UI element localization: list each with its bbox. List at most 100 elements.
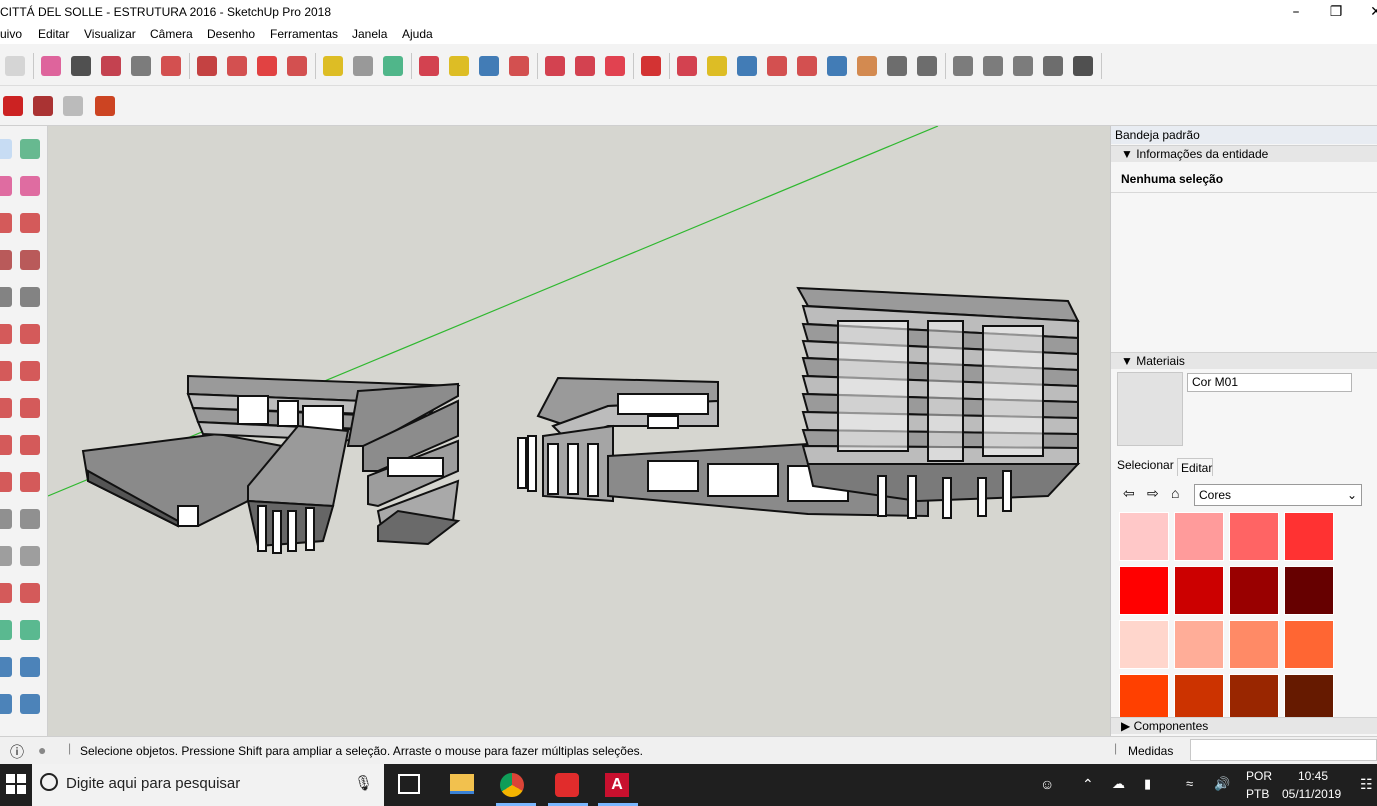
pan-icon[interactable] bbox=[18, 617, 42, 643]
notification-icon[interactable]: ☷ bbox=[1360, 776, 1373, 793]
rotate-icon[interactable] bbox=[254, 53, 280, 79]
iso-view-icon[interactable] bbox=[950, 53, 976, 79]
color-swatch[interactable] bbox=[1229, 674, 1279, 723]
autocad-icon[interactable]: A bbox=[605, 773, 629, 797]
pencil-icon[interactable] bbox=[68, 53, 94, 79]
rectangle-icon[interactable] bbox=[0, 247, 14, 273]
move-icon[interactable] bbox=[0, 395, 14, 421]
pie-icon[interactable] bbox=[18, 321, 42, 347]
menu-janela[interactable]: Janela bbox=[352, 27, 387, 41]
library-dropdown[interactable]: Cores ⌄ bbox=[1194, 484, 1362, 506]
color-swatch[interactable] bbox=[1119, 566, 1169, 615]
curve-icon[interactable] bbox=[18, 358, 42, 384]
task-view-icon[interactable] bbox=[398, 774, 420, 794]
color-swatch[interactable] bbox=[1229, 620, 1279, 669]
zoom-icon[interactable] bbox=[476, 53, 502, 79]
menu-ajuda[interactable]: Ajuda bbox=[402, 27, 433, 41]
materials-header[interactable]: ▼ Materiais bbox=[1111, 352, 1377, 369]
follow-me-icon[interactable] bbox=[194, 53, 220, 79]
extension-icon[interactable] bbox=[572, 53, 598, 79]
sketchup-taskbar-icon[interactable] bbox=[555, 773, 579, 797]
orbit-icon[interactable] bbox=[416, 53, 442, 79]
chrome-icon[interactable] bbox=[500, 773, 524, 797]
menu-desenho[interactable]: Desenho bbox=[207, 27, 255, 41]
top-view-icon[interactable] bbox=[1040, 53, 1066, 79]
text-icon[interactable] bbox=[350, 53, 376, 79]
color-swatch[interactable] bbox=[1284, 566, 1334, 615]
color-swatch[interactable] bbox=[1229, 566, 1279, 615]
color-swatch[interactable] bbox=[1174, 512, 1224, 561]
arc-2-icon[interactable] bbox=[0, 358, 14, 384]
pan-icon[interactable] bbox=[446, 53, 472, 79]
home-icon[interactable]: ⌂ bbox=[1171, 485, 1179, 501]
footprints-icon[interactable] bbox=[914, 53, 940, 79]
rotate-icon[interactable] bbox=[0, 432, 14, 458]
circle-icon[interactable] bbox=[0, 284, 14, 310]
zoom-icon[interactable] bbox=[734, 53, 760, 79]
arc-icon[interactable] bbox=[98, 53, 124, 79]
home-view-icon[interactable] bbox=[1010, 53, 1036, 79]
warehouse-icon[interactable] bbox=[0, 93, 26, 119]
windows-start-icon[interactable] bbox=[6, 774, 26, 794]
taskbar-search[interactable]: Digite aqui para pesquisar 🎙 bbox=[32, 764, 384, 806]
previous-view-icon[interactable] bbox=[18, 691, 42, 717]
color-swatch[interactable] bbox=[1119, 620, 1169, 669]
rectangle-icon[interactable] bbox=[128, 53, 154, 79]
tape-measure-icon[interactable] bbox=[320, 53, 346, 79]
component-icon[interactable] bbox=[18, 136, 42, 162]
language-secondary[interactable]: PTB bbox=[1246, 787, 1269, 801]
drawing-viewport[interactable] bbox=[48, 126, 1110, 736]
orbit-icon[interactable] bbox=[0, 617, 14, 643]
file-explorer-icon[interactable] bbox=[450, 774, 474, 794]
menu-ferramentas[interactable]: Ferramentas bbox=[270, 27, 338, 41]
rotated-rectangle-icon[interactable] bbox=[18, 247, 42, 273]
zoom-window-icon[interactable] bbox=[764, 53, 790, 79]
color-swatch[interactable] bbox=[1284, 512, 1334, 561]
close-icon[interactable]: ✕ bbox=[1356, 2, 1377, 22]
volume-icon[interactable]: 🔊 bbox=[1214, 776, 1230, 792]
warehouse-icon[interactable] bbox=[542, 53, 568, 79]
cloud-icon[interactable]: ☁ bbox=[1112, 776, 1125, 792]
back-arrow-icon[interactable]: ⇦ bbox=[1123, 485, 1135, 502]
material-name-field[interactable]: Cor M01 bbox=[1187, 373, 1352, 392]
zoom-window-icon[interactable] bbox=[18, 654, 42, 680]
battery-icon[interactable]: ▮ bbox=[1144, 776, 1151, 792]
scale-icon[interactable] bbox=[284, 53, 310, 79]
color-swatch[interactable] bbox=[1119, 674, 1169, 723]
user-icon[interactable]: ● bbox=[38, 742, 46, 758]
zoom-extents-icon[interactable] bbox=[794, 53, 820, 79]
color-swatch[interactable] bbox=[1174, 566, 1224, 615]
tab-edit[interactable]: Editar bbox=[1177, 458, 1213, 476]
menu-editar[interactable]: Editar bbox=[38, 27, 69, 41]
move-icon[interactable] bbox=[224, 53, 250, 79]
forward-arrow-icon[interactable]: ⇨ bbox=[1147, 485, 1159, 502]
protractor-icon[interactable] bbox=[0, 543, 14, 569]
select-icon[interactable] bbox=[0, 136, 14, 162]
layout-icon[interactable] bbox=[602, 53, 628, 79]
color-swatch[interactable] bbox=[1229, 512, 1279, 561]
tape-measure-icon[interactable] bbox=[0, 506, 14, 532]
house-icon[interactable] bbox=[1070, 53, 1096, 79]
color-swatch[interactable] bbox=[1284, 674, 1334, 723]
line-icon[interactable] bbox=[0, 210, 14, 236]
text-icon[interactable] bbox=[18, 543, 42, 569]
clock-date[interactable]: 05/11/2019 bbox=[1282, 787, 1341, 801]
entity-info-header[interactable]: ▼ Informações da entidade bbox=[1111, 145, 1377, 162]
eraser-icon[interactable] bbox=[18, 173, 42, 199]
zoom-extents-icon[interactable] bbox=[506, 53, 532, 79]
push-pull-icon[interactable] bbox=[18, 395, 42, 421]
orbit-icon[interactable] bbox=[674, 53, 700, 79]
walk-icon[interactable] bbox=[854, 53, 880, 79]
color-swatch[interactable] bbox=[1119, 512, 1169, 561]
eraser-icon[interactable] bbox=[38, 53, 64, 79]
pan-icon[interactable] bbox=[704, 53, 730, 79]
microphone-icon[interactable]: 🎙 bbox=[354, 774, 373, 792]
zoom-extents-icon[interactable] bbox=[0, 691, 14, 717]
paint-bucket-icon[interactable] bbox=[380, 53, 406, 79]
info-icon[interactable]: ⓘ bbox=[10, 742, 24, 762]
minimize-icon[interactable]: – bbox=[1276, 2, 1316, 22]
share-component-icon[interactable] bbox=[60, 93, 86, 119]
chevron-up-icon[interactable]: ⌃ bbox=[1082, 776, 1094, 793]
clock-time[interactable]: 10:45 bbox=[1298, 769, 1328, 783]
front-view-icon[interactable] bbox=[980, 53, 1006, 79]
